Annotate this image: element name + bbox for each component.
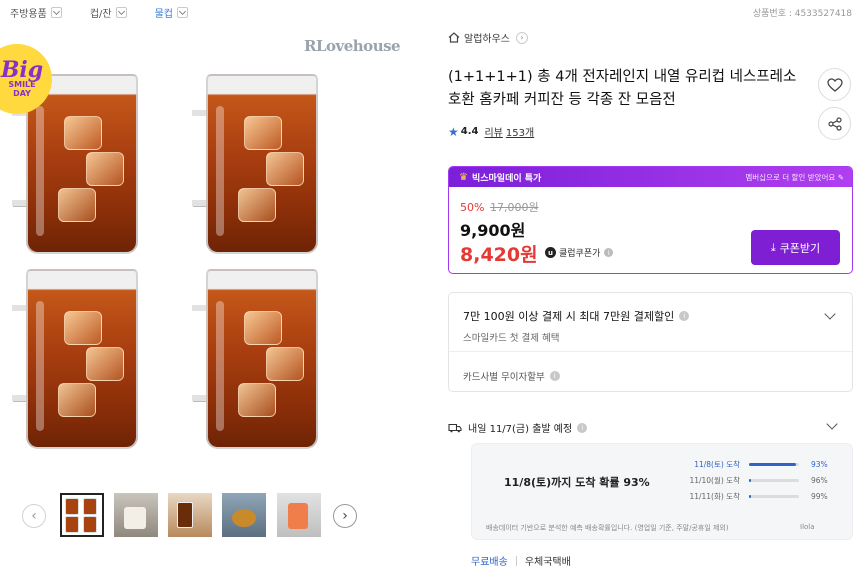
arrival-probability: 11/8(토)까지 도착 확률 93% xyxy=(504,476,650,489)
divider xyxy=(515,555,517,566)
probability-bar-fill xyxy=(749,463,796,466)
thumbnail-4[interactable] xyxy=(222,493,266,537)
star-icon: ★ xyxy=(448,124,459,139)
arrival-distribution-row: 11/11(화) 도착 99% xyxy=(682,491,828,502)
chevron-down-icon[interactable] xyxy=(824,308,836,320)
arrival-percent: 96% xyxy=(811,476,828,485)
original-price: 17,000원 xyxy=(489,201,539,214)
departure-text: 내일 11/7(금) 출발 예정 xyxy=(468,424,573,435)
reviews-count[interactable]: 153개 xyxy=(506,124,534,139)
breadcrumb-label: 주방용품 xyxy=(10,8,47,20)
sale-price: 9,900원 xyxy=(460,221,526,240)
divider xyxy=(449,351,852,352)
badge-big-text: Big xyxy=(0,57,44,83)
share-button[interactable] xyxy=(818,107,851,140)
free-shipping-link[interactable]: 무료배송 xyxy=(471,553,508,568)
arrival-date-label: 11/10(월) 도착 xyxy=(689,476,740,485)
store-name: 알럽하우스 xyxy=(464,34,510,45)
next-thumbnail-button[interactable]: › xyxy=(333,504,357,528)
card-discount-subtitle: 스마일카드 첫 결제 혜택 xyxy=(463,333,560,344)
arrival-distribution-row: 11/8(토) 도착 93% xyxy=(682,459,828,470)
info-icon[interactable]: i xyxy=(679,311,690,321)
discount-percent: 50% xyxy=(460,201,485,214)
rating: ★ 4.4 리뷰 153개 xyxy=(448,124,534,140)
chevron-down-icon[interactable] xyxy=(826,418,838,430)
breadcrumb: 주방용품 컵/잔 물컵 xyxy=(0,0,206,24)
breadcrumb-item-kitchen[interactable]: 주방용품 xyxy=(0,5,62,20)
breadcrumb-item-cups[interactable]: 컵/잔 xyxy=(80,5,127,20)
chevron-right-icon: › xyxy=(516,31,528,44)
prev-thumbnail-button[interactable]: ‹ xyxy=(22,504,46,528)
wishlist-button[interactable] xyxy=(818,68,851,101)
shipping-departure: 내일 11/7(금) 출발 예정 i xyxy=(448,420,588,435)
truck-icon xyxy=(448,423,462,432)
probability-bar-fill xyxy=(749,479,751,482)
card-discount-text: 7만 100원 이상 결제 시 최대 7만원 결제할인 xyxy=(463,310,675,323)
reviews-link[interactable]: 리뷰 xyxy=(484,124,502,139)
product-number: 상품번호 : 4533527418 xyxy=(752,9,852,19)
download-icon: ⤓ xyxy=(770,240,776,254)
chevron-down-icon[interactable] xyxy=(177,6,188,18)
product-title: (1+1+1+1) 총 4개 전자레인지 내열 유리컵 네스프레소 호환 홈카페… xyxy=(448,69,797,108)
thumbnail-strip: ‹ › xyxy=(0,484,420,544)
coupon-button-label: 쿠폰받기 xyxy=(779,241,821,255)
coupon-price: 8,420원 xyxy=(460,244,538,266)
chevron-down-icon[interactable] xyxy=(115,6,127,18)
installment-info: 카드사별 무이자할부 i xyxy=(463,369,560,383)
arrival-percent: 99% xyxy=(811,492,828,501)
breadcrumb-label: 물컵 xyxy=(154,8,173,20)
card-discount-title: 7만 100원 이상 결제 시 최대 7만원 결제할인 i xyxy=(463,308,690,324)
crown-icon: ♛ xyxy=(459,171,468,183)
badge-line1: SMILE xyxy=(8,80,36,89)
get-coupon-button[interactable]: ⤓ 쿠폰받기 xyxy=(751,230,840,265)
coupon-price-label: u 클럽쿠폰가 i xyxy=(545,246,614,259)
thumbnail-2[interactable] xyxy=(114,493,158,537)
badge-line2: DAY xyxy=(13,89,31,98)
rating-score: 4.4 xyxy=(460,126,479,137)
carrier-name: 우체국택배 xyxy=(524,557,571,568)
thumbnail-5[interactable] xyxy=(277,493,321,537)
arrival-distribution-row: 11/10(월) 도착 96% xyxy=(682,475,828,486)
promo-box: ♛ 빅스마일데이 특가 멤버십으로 더 할인 받았어요 ✎ 50% 17,000… xyxy=(448,166,853,274)
brand-watermark: RLovehouse xyxy=(304,37,401,55)
arrival-percent: 93% xyxy=(811,460,828,469)
heart-icon xyxy=(826,77,843,92)
delivery-probability-box: 11/8(토)까지 도착 확률 93% 11/8(토) 도착 93% 11/10… xyxy=(471,443,853,540)
arrival-date-label: 11/8(토) 도착 xyxy=(694,460,740,469)
club-coupon-icon: u xyxy=(545,247,556,258)
probability-bar-fill xyxy=(749,495,751,498)
arrival-date-label: 11/11(화) 도착 xyxy=(689,492,740,501)
thumbnail-3[interactable] xyxy=(168,493,212,537)
promo-membership-note: 멤버십으로 더 할인 받았어요 ✎ xyxy=(745,172,844,183)
probability-note: 배송데이터 기반으로 분석한 예측 배송확률입니다. (영업일 기준, 주말/공… xyxy=(486,524,729,532)
promo-title: 빅스마일데이 특가 xyxy=(471,173,542,184)
breadcrumb-label: 컵/잔 xyxy=(89,8,112,20)
share-icon xyxy=(827,116,842,131)
info-icon[interactable]: i xyxy=(577,422,588,433)
tag-icon: ✎ xyxy=(837,172,844,182)
promo-header: ♛ 빅스마일데이 특가 멤버십으로 더 할인 받았어요 ✎ xyxy=(449,167,852,187)
info-icon[interactable]: i xyxy=(549,371,560,381)
shipping-footer: 무료배송 우체국택배 xyxy=(471,553,571,568)
installment-text: 카드사별 무이자할부 xyxy=(463,372,545,383)
chevron-down-icon[interactable] xyxy=(50,6,62,18)
probability-note-brand: Ilola xyxy=(800,523,815,531)
store-link[interactable]: 알럽하우스 › xyxy=(448,30,528,45)
thumbnail-1[interactable] xyxy=(60,493,104,537)
main-product-image[interactable]: RLovehouse Big SMILE DAY xyxy=(0,24,420,479)
coupon-tag-text: 클럽쿠폰가 xyxy=(559,249,601,259)
breadcrumb-item-water-cup[interactable]: 물컵 xyxy=(145,5,188,20)
card-discount-box[interactable]: 7만 100원 이상 결제 시 최대 7만원 결제할인 i 스마일카드 첫 결제… xyxy=(448,292,853,392)
promo-membership-text: 멤버십으로 더 할인 받았어요 xyxy=(745,172,836,182)
discount-rate: 50% 17,000원 xyxy=(460,199,539,215)
home-icon xyxy=(448,32,460,43)
info-icon[interactable]: i xyxy=(604,248,614,257)
